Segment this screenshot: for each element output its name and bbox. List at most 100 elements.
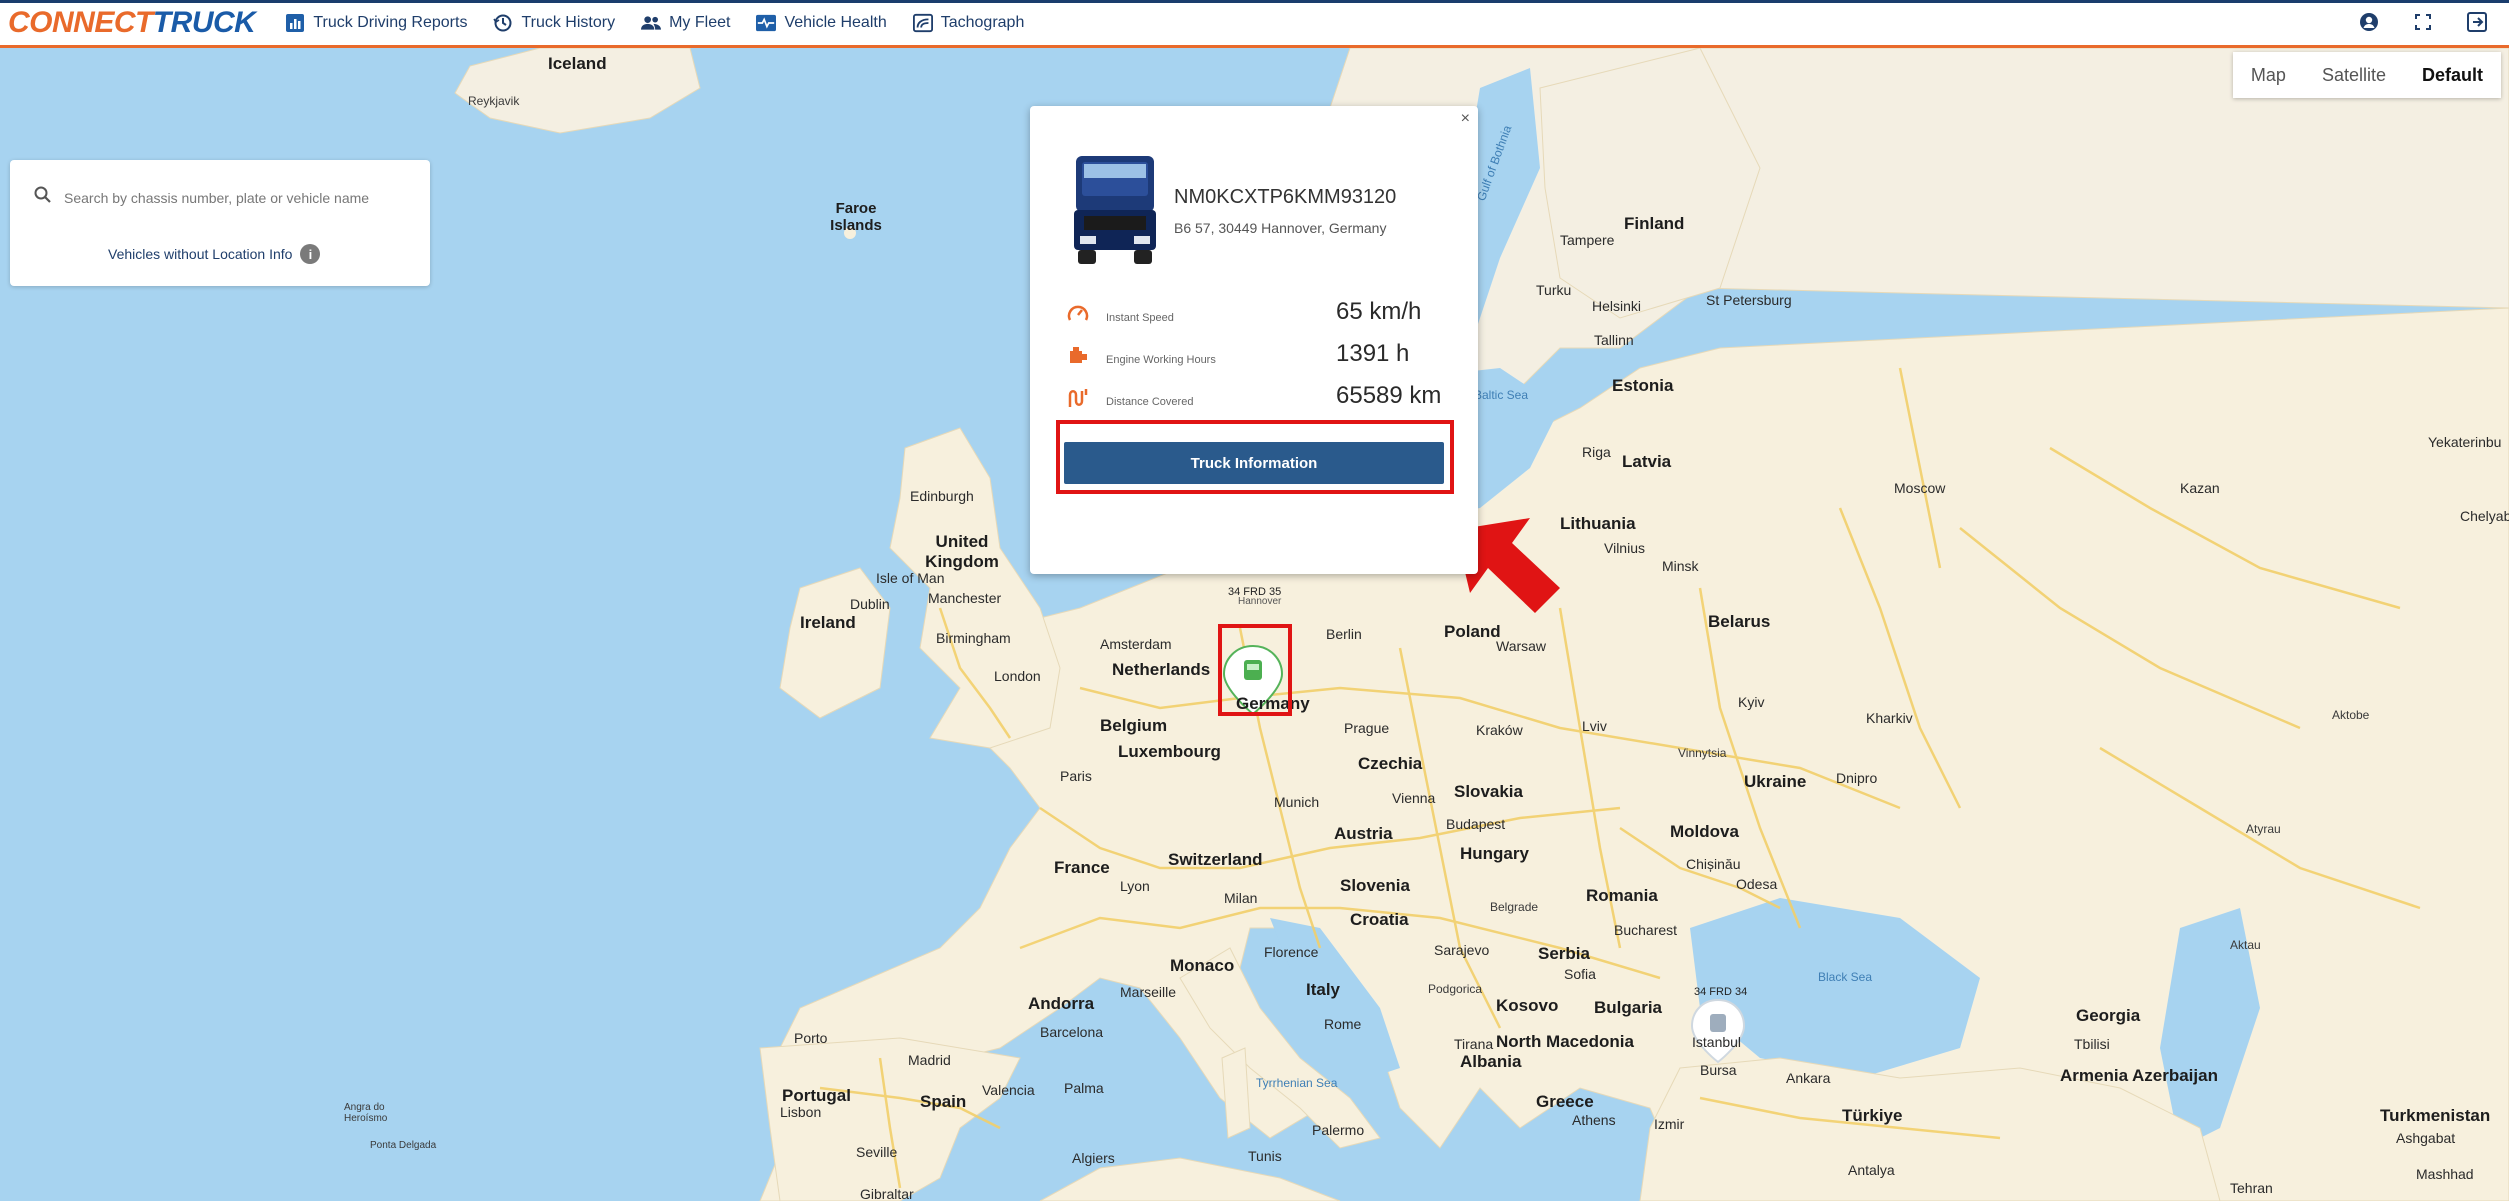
map-label-country: Ukraine [1744,772,1807,791]
map-label-country: Albania [1460,1052,1522,1071]
map-label-country: Switzerland [1168,850,1263,869]
stat-instant-speed: Instant Speed 65 km/h [1066,298,1421,326]
nav-truck-history[interactable]: Truck History [493,14,615,32]
map-label-city: Moscow [1894,480,1946,496]
map-label-country: Greece [1536,1092,1594,1111]
map-label-city: Bursa [1700,1062,1737,1078]
map-label-city: Ashgabat [2396,1130,2456,1146]
users-icon [641,14,662,32]
nav-my-fleet[interactable]: My Fleet [641,14,730,32]
map-label-country: Andorra [1028,994,1095,1013]
map-label-city: Edinburgh [910,488,974,504]
map-label-city: Atyrau [2246,822,2281,836]
info-icon[interactable]: i [300,244,321,264]
bar-chart-icon [285,13,305,32]
map-label-city: Mashhad [2416,1166,2474,1182]
stat-engine-hours: Engine Working Hours 1391 h [1066,340,1409,368]
map-label-country: United Kingdom [925,532,999,571]
marker-sub-label: Hannover [1238,596,1282,607]
map-label-city: Tallinn [1594,332,1634,348]
map-label-city: Rome [1324,1016,1362,1032]
logout-icon[interactable] [2467,12,2487,32]
map-label-country: Georgia [2076,1006,2141,1025]
map-label-city: Madrid [908,1052,951,1068]
map-label-sea: Tyrrhenian Sea [1256,1076,1338,1090]
map-label-city: Aktobe [2332,708,2370,722]
route-icon [1066,386,1090,410]
nav-truck-driving-reports[interactable]: Truck Driving Reports [285,13,467,32]
map-label-country: Serbia [1538,944,1590,963]
map-label-city: Berlin [1326,626,1362,642]
map-label-country: Slovakia [1454,782,1523,801]
map-label-country: Bulgaria [1594,998,1663,1017]
map-label-city: Kyiv [1738,694,1765,710]
map-label-city: Tunis [1248,1148,1282,1164]
map-label-city: Florence [1264,944,1319,960]
map-label-country: Portugal [782,1086,851,1105]
map-label-country: Monaco [1170,956,1235,975]
fullscreen-icon[interactable] [2413,12,2433,32]
map-label-sea: Black Sea [1818,970,1873,984]
map-label-city: Antalya [1848,1162,1895,1178]
map-label-country: Poland [1444,622,1501,641]
map-label-city: Porto [794,1030,828,1046]
vehicle-vin: NM0KCXTP6KMM93120 [1174,186,1397,208]
close-icon[interactable]: × [1461,110,1470,128]
map-label-country: Romania [1586,886,1658,905]
map-label-country: Luxembourg [1118,742,1221,761]
main-nav: Truck Driving Reports Truck History My F… [285,13,1024,32]
truck-information-button[interactable]: Truck Information [1064,442,1444,484]
map-label-city: Seville [856,1144,898,1160]
map-label-city: Tbilisi [2074,1036,2110,1052]
map-label-country: Lithuania [1560,514,1636,533]
map-label-country: Italy [1306,980,1341,999]
map-type-satellite[interactable]: Satellite [2304,65,2404,86]
map-label-city: Lyon [1120,878,1150,894]
map-label-city: Amsterdam [1100,636,1172,652]
speedometer-icon [1066,302,1090,326]
map-label-city: Palermo [1312,1122,1365,1138]
map-label-city: Sofia [1564,966,1596,982]
map-label-city: Vienna [1392,790,1436,806]
map-label-country: Moldova [1670,822,1739,841]
map-label-city: Tehran [2230,1180,2273,1196]
map-label-city: Valencia [982,1082,1035,1098]
map-label-country: Czechia [1358,754,1423,773]
map-label-city: Dnipro [1836,770,1878,786]
map-label-city: Belgrade [1490,900,1539,914]
map-type-default[interactable]: Default [2404,65,2501,86]
tachograph-icon [912,13,933,32]
map-label-city: Istanbul [1692,1034,1742,1050]
vehicle-search-input[interactable] [62,188,406,207]
user-icon[interactable] [2359,12,2379,32]
map-label-city: Birmingham [936,630,1011,646]
map-label-country: Spain [920,1092,967,1111]
map-label-city: London [994,668,1041,684]
vehicles-without-location-link[interactable]: Vehicles without Location Info i [108,244,321,264]
map-label-country: Azerbaijan [2132,1066,2218,1085]
map-label-city: Tampere [1560,232,1615,248]
map-label-city: Milan [1224,890,1258,906]
truck-image [1074,156,1156,264]
app-logo[interactable]: CONNECTTRUCK [8,6,256,40]
map-label-city: Minsk [1662,558,1699,574]
map-label-country: Faroe Islands [830,200,882,234]
map-label-city: Bucharest [1614,922,1678,938]
map-label-country: Finland [1624,214,1685,233]
engine-icon [1066,344,1090,368]
map-label-city: Angra do Heroísmo [344,1102,388,1124]
map-type-map[interactable]: Map [2233,65,2304,86]
map-label-city: Paris [1060,768,1092,784]
map-label-country: Latvia [1622,452,1672,471]
map-label-city: Tirana [1454,1036,1494,1052]
top-accent-line [0,0,2509,3]
search-icon [34,186,52,209]
map-label-country: Belgium [1100,716,1168,735]
map-label-city: Aktau [2230,938,2261,952]
map-type-switch: Map Satellite Default [2232,52,2501,98]
nav-vehicle-health[interactable]: Vehicle Health [756,14,887,32]
nav-tachograph[interactable]: Tachograph [912,13,1024,32]
map-label-city: Sarajevo [1434,942,1490,958]
map-label-country: Austria [1334,824,1393,843]
top-right-actions [2359,12,2487,32]
